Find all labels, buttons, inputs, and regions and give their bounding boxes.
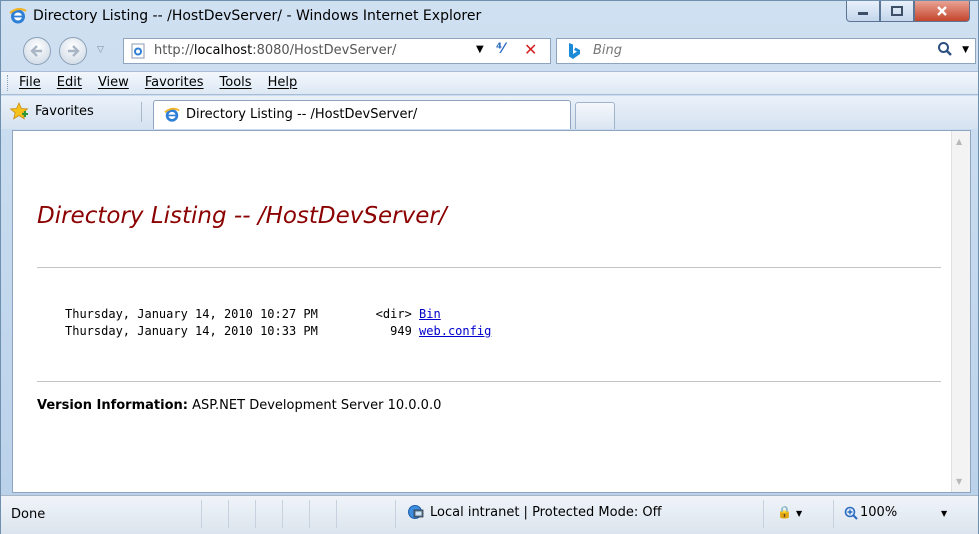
menu-view[interactable]: View bbox=[98, 75, 129, 90]
search-placeholder: Bing bbox=[593, 43, 623, 58]
vertical-scrollbar[interactable]: ▲ ▼ bbox=[951, 131, 970, 492]
status-panels bbox=[201, 500, 363, 528]
minimize-button[interactable] bbox=[846, 1, 880, 22]
menu-help[interactable]: Help bbox=[268, 75, 298, 90]
close-icon bbox=[937, 6, 947, 16]
address-dropdown-icon[interactable]: ▼ bbox=[476, 44, 484, 55]
local-intranet-icon bbox=[408, 505, 424, 519]
menu-tools[interactable]: Tools bbox=[220, 75, 252, 90]
minimize-icon bbox=[858, 12, 868, 15]
security-zone[interactable]: Local intranet | Protected Mode: Off bbox=[406, 504, 662, 520]
menu-grip-icon[interactable] bbox=[7, 75, 11, 91]
page-title: Directory Listing -- /HostDevServer/ bbox=[37, 203, 447, 229]
list-item: Thursday, January 14, 2010 10:33 PM 949 … bbox=[65, 324, 491, 341]
recent-pages-dropdown-icon[interactable]: ▽ bbox=[97, 45, 104, 55]
status-panel bbox=[336, 500, 363, 528]
close-button[interactable] bbox=[914, 1, 970, 22]
item-link-bin[interactable]: Bin bbox=[419, 307, 441, 321]
status-separator bbox=[395, 500, 396, 528]
tab-directory-listing[interactable]: Directory Listing -- /HostDevServer/ bbox=[153, 100, 571, 129]
back-arrow-icon bbox=[30, 45, 42, 57]
stop-icon[interactable]: ✕ bbox=[524, 40, 537, 59]
status-text: Done bbox=[11, 507, 46, 522]
search-box[interactable]: Bing ▼ bbox=[556, 38, 976, 64]
bing-logo-icon bbox=[569, 43, 580, 59]
favorites-star-icon bbox=[9, 102, 29, 120]
status-bar: Done Local intranet | Protected Mode: Of… bbox=[1, 495, 978, 534]
bottom-divider bbox=[37, 381, 941, 382]
zoom-icon bbox=[844, 506, 858, 520]
item-size: <dir> bbox=[368, 307, 412, 321]
title-bar: Directory Listing -- /HostDevServer/ - W… bbox=[1, 1, 978, 31]
zoom-level: 100% bbox=[860, 505, 898, 520]
status-panel bbox=[309, 500, 336, 528]
status-panel bbox=[228, 500, 255, 528]
menu-edit[interactable]: Edit bbox=[57, 75, 82, 90]
status-panel bbox=[282, 500, 309, 528]
security-zone-text: Local intranet | Protected Mode: Off bbox=[430, 504, 662, 520]
address-bar[interactable]: http://localhost:8080/HostDevServer/ ▼ ⁴… bbox=[123, 38, 551, 64]
protected-mode-dropdown-icon[interactable]: ▼ bbox=[796, 509, 802, 518]
item-link-web-config[interactable]: web.config bbox=[419, 324, 491, 338]
navigation-bar: ▽ http://localhost:8080/HostDevServer/ ▼… bbox=[1, 35, 978, 67]
favorites-button[interactable]: Favorites bbox=[9, 102, 94, 120]
ie-logo-icon bbox=[164, 107, 180, 122]
forward-button[interactable] bbox=[59, 37, 87, 65]
browser-window: Directory Listing -- /HostDevServer/ - W… bbox=[0, 0, 979, 534]
window-controls bbox=[846, 1, 970, 23]
maximize-button[interactable] bbox=[880, 1, 914, 22]
protected-mode-icon[interactable]: 🔒 bbox=[777, 505, 792, 519]
item-date: Thursday, January 14, 2010 10:33 PM bbox=[65, 324, 318, 338]
status-panel bbox=[255, 500, 282, 528]
top-divider bbox=[37, 267, 941, 268]
item-date: Thursday, January 14, 2010 10:27 PM bbox=[65, 307, 318, 321]
list-item: Thursday, January 14, 2010 10:27 PM <dir… bbox=[65, 307, 491, 324]
search-dropdown-icon[interactable]: ▼ bbox=[962, 45, 969, 55]
menu-items: File Edit View Favorites Tools Help bbox=[19, 75, 297, 90]
new-tab-button[interactable] bbox=[575, 102, 615, 129]
favorites-label: Favorites bbox=[35, 103, 94, 119]
status-panel bbox=[201, 500, 228, 528]
menu-favorites[interactable]: Favorites bbox=[145, 75, 204, 90]
tab-title: Directory Listing -- /HostDevServer/ bbox=[186, 107, 418, 122]
version-label: Version Information: bbox=[37, 398, 188, 413]
favorites-bar: Favorites Directory Listing -- /HostDevS… bbox=[1, 96, 978, 129]
version-value: ASP.NET Development Server 10.0.0.0 bbox=[187, 398, 442, 413]
refresh-icon[interactable]: ⁴⁄ bbox=[496, 41, 504, 57]
zoom-dropdown-icon[interactable]: ▼ bbox=[941, 509, 947, 518]
status-separator bbox=[833, 500, 834, 528]
directory-listing: Thursday, January 14, 2010 10:27 PM <dir… bbox=[65, 307, 491, 341]
search-icon[interactable] bbox=[937, 41, 953, 57]
page-content: Directory Listing -- /HostDevServer/ Thu… bbox=[12, 130, 971, 493]
forward-arrow-icon bbox=[68, 45, 80, 57]
scroll-down-icon[interactable]: ▼ bbox=[956, 477, 962, 486]
menu-file[interactable]: File bbox=[19, 75, 41, 90]
version-info: Version Information: ASP.NET Development… bbox=[37, 398, 441, 413]
back-button[interactable] bbox=[23, 37, 51, 65]
status-separator bbox=[763, 500, 764, 528]
scroll-up-icon[interactable]: ▲ bbox=[956, 137, 962, 146]
page-icon bbox=[131, 43, 145, 59]
item-size: 949 bbox=[368, 324, 412, 338]
zoom-control[interactable]: 100% bbox=[844, 505, 897, 520]
window-title: Directory Listing -- /HostDevServer/ - W… bbox=[33, 8, 482, 24]
maximize-icon bbox=[891, 6, 903, 16]
menu-bar: File Edit View Favorites Tools Help bbox=[1, 71, 978, 95]
favorites-separator bbox=[141, 102, 142, 122]
address-url[interactable]: http://localhost:8080/HostDevServer/ bbox=[154, 43, 396, 58]
ie-logo-icon bbox=[9, 7, 27, 24]
